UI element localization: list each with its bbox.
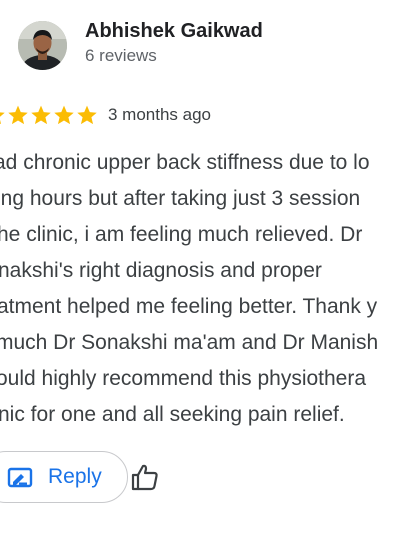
reviewer-avatar[interactable]	[18, 21, 67, 70]
star-icon	[0, 112, 5, 125]
review-text-line: ing hours but after taking just 3 sessio…	[0, 187, 361, 210]
star-icon	[8, 105, 28, 125]
review-text-line: nic for one and all seeking pain relief.	[0, 403, 345, 426]
star-icon	[77, 105, 97, 125]
review-text-line: much Dr Sonakshi ma'am and Dr Manish	[0, 331, 379, 354]
reviewer-review-count: 6 reviews	[85, 46, 157, 65]
star-rating	[0, 104, 99, 126]
reviewer-name[interactable]: Abhishek Gaikwad	[85, 20, 263, 43]
review-date: 3 months ago	[108, 105, 212, 124]
review-text-line: ad chronic upper back stiffness due to l…	[0, 151, 370, 174]
reply-edit-icon	[7, 467, 33, 488]
star-icon	[31, 105, 51, 125]
review-text-line: atment helped me feeling better. Thank y	[0, 295, 378, 318]
star-icon	[54, 105, 74, 125]
reply-button[interactable]: Reply	[0, 451, 128, 503]
reply-button-label: Reply	[48, 465, 102, 488]
thumbs-up-icon[interactable]	[130, 462, 160, 492]
review-text-line: he clinic, i am feeling much relieved. D…	[0, 223, 363, 246]
avatar-photo	[18, 21, 67, 70]
review-text-line: ould highly recommend this physiothera	[0, 367, 367, 390]
review-text: ad chronic upper back stiffness due to l…	[0, 145, 420, 435]
rating-row: 3 months ago	[0, 103, 211, 127]
review-text-line: nakshi's right diagnosis and proper	[0, 259, 322, 282]
